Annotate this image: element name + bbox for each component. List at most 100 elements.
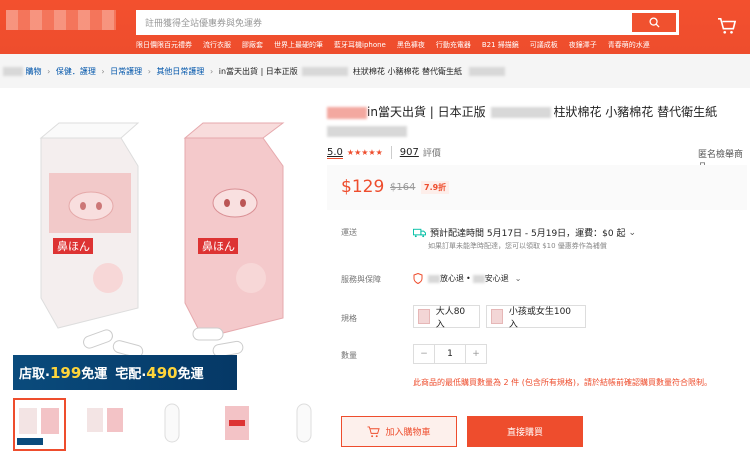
svg-text:鼻ほん: 鼻ほん <box>57 239 90 253</box>
promo-pickup-label: 店取 <box>19 367 46 382</box>
variation-thumbnail <box>418 309 430 324</box>
variation-option-child[interactable]: 小孩或女生100入 <box>486 305 586 330</box>
bullet-separator: • <box>466 274 471 283</box>
breadcrumb-separator: › <box>101 67 105 76</box>
variation-label: 規格 <box>341 314 357 323</box>
breadcrumb-link[interactable]: 保健．護理 <box>56 67 96 76</box>
cart-plus-icon <box>367 425 381 437</box>
current-price: $129 <box>341 177 385 197</box>
rating-row: 5.0 ★★★★★ 907 評價 <box>327 146 441 159</box>
thumbnail-2[interactable] <box>79 398 132 451</box>
thumbnail-image <box>164 403 180 443</box>
service-text-a: 放心退 <box>440 274 464 283</box>
thumbnail-1[interactable] <box>13 398 66 451</box>
quantity-label: 數量 <box>341 351 357 360</box>
suggestion-link[interactable]: B21 掃描鏡 <box>482 40 519 50</box>
suggestion-link[interactable]: 世界上最硬的筆 <box>274 40 323 50</box>
thumbnail-5[interactable] <box>277 398 330 451</box>
promo-pickup-suffix: 免運 <box>81 367 108 382</box>
variation-option-label: 大人80入 <box>435 306 466 330</box>
blurred-text <box>491 107 552 118</box>
chevron-down-icon[interactable]: ⌄ <box>629 228 637 238</box>
blurred-text <box>327 125 407 137</box>
variation-option-label: 小孩或女生100入 <box>508 306 572 330</box>
truck-icon <box>413 228 426 237</box>
service-guarantee[interactable]: 放心退 • 安心退 ⌄ <box>413 273 521 284</box>
blurred-text <box>327 106 367 119</box>
suggestion-link[interactable]: 可議成板 <box>530 40 558 50</box>
suggestion-link[interactable]: 流行衣服 <box>203 40 231 50</box>
thumbnail-image <box>296 403 312 443</box>
variation-thumbnail <box>491 309 503 324</box>
blurred-text <box>468 67 505 76</box>
thumbnail-4[interactable] <box>211 398 264 451</box>
divider <box>390 146 392 159</box>
shipping-estimate: 預計配達時間 5月17日 - 5月19日，運費：$0 起 ⌄ <box>413 226 636 239</box>
suggestion-link[interactable]: 藍牙耳機iphone <box>334 40 386 50</box>
breadcrumb-separator: › <box>47 67 51 76</box>
original-price: $164 <box>390 182 416 193</box>
breadcrumb-current-tail: 柱狀棉花 小豬棉花 替代衛生紙 <box>352 67 462 76</box>
svg-text:鼻ほん: 鼻ほん <box>202 239 235 253</box>
promo-pickup-amount: 199 <box>49 363 82 382</box>
breadcrumb-link[interactable]: 購物 <box>26 67 42 76</box>
suggestion-link[interactable]: 青春萌的水連 <box>608 40 650 50</box>
blurred-text <box>428 274 440 283</box>
star-rating-icon: ★★★★★ <box>346 148 383 157</box>
product-title: in當天出貨 | 日本正版 柱狀棉花 小豬棉花 替代衛生紙 <box>327 104 747 138</box>
add-to-cart-label: 加入購物車 <box>385 428 431 438</box>
thumbnail-image <box>87 408 123 432</box>
suggestion-link[interactable]: 膠廠套 <box>242 40 263 50</box>
breadcrumb: 購物 › 保健．護理 › 日常護理 › 其他日常護理 › in當天出貨 | 日本… <box>0 54 750 84</box>
search-button[interactable] <box>632 13 676 32</box>
suggestion-link[interactable]: 黑色褲夜 <box>397 40 425 50</box>
product-main-image[interactable]: 鼻ほん 鼻ほん <box>13 98 303 390</box>
review-label: 評價 <box>422 149 441 159</box>
search-bar[interactable]: 註冊獲得全站優惠券與免運券 <box>136 10 679 35</box>
service-label: 服務與保障 <box>341 275 381 284</box>
shipping-label: 運送 <box>341 228 357 237</box>
thumbnail-image <box>17 408 59 445</box>
blurred-text <box>472 274 485 283</box>
breadcrumb-current: in當天出貨 | 日本正版 <box>218 67 298 76</box>
quantity-input[interactable]: 1 <box>435 344 465 364</box>
suggestion-link[interactable]: 夜鐘澤子 <box>569 40 597 50</box>
shipping-promo-banner: 店取 . 199 免運 宅配 . 490 免運 <box>13 355 237 390</box>
suggestion-link[interactable]: 限日價限百元禮券 <box>136 40 192 50</box>
thumbnail-image <box>225 406 249 440</box>
cart-button[interactable] <box>717 17 737 39</box>
discount-badge: 7.9折 <box>421 181 450 194</box>
cart-icon <box>718 17 737 34</box>
service-text-b: 安心退 <box>484 274 509 283</box>
promo-home-amount: 490 <box>146 363 178 382</box>
search-icon <box>648 17 660 28</box>
suggestion-link[interactable]: 行動充電器 <box>436 40 471 50</box>
blurred-text <box>302 67 349 76</box>
add-to-cart-button[interactable]: 加入購物車 <box>341 416 457 447</box>
product-photo: 鼻ほん 鼻ほん <box>39 122 285 358</box>
promo-home-label: 宅配 <box>115 367 142 382</box>
quantity-increment-button[interactable]: + <box>465 344 487 364</box>
thumbnail-3[interactable] <box>145 398 198 451</box>
store-logo[interactable] <box>6 10 116 30</box>
thumbnail-strip <box>13 398 330 451</box>
top-header: 註冊獲得全站優惠券與免運券 限日價限百元禮券 流行衣服 膠廠套 世界上最硬的筆 … <box>0 0 750 54</box>
review-count[interactable]: 907 <box>400 147 419 158</box>
rating-score[interactable]: 5.0 <box>327 147 343 159</box>
chevron-down-icon: ⌄ <box>514 274 522 283</box>
buy-now-button[interactable]: 直接購買 <box>467 416 583 447</box>
search-suggestions: 限日價限百元禮券 流行衣服 膠廠套 世界上最硬的筆 藍牙耳機iphone 黑色褲… <box>136 40 661 50</box>
blurred-text <box>3 67 23 76</box>
breadcrumb-separator: › <box>147 67 151 76</box>
product-title-line1: in當天出貨 | 日本正版 <box>367 105 486 119</box>
variation-option-adult[interactable]: 大人80入 <box>413 305 480 330</box>
promo-home-suffix: 免運 <box>177 367 204 382</box>
price-box: $129 $164 7.9折 <box>327 165 747 210</box>
min-quantity-warning: 此商品的最低購買數量為 2 件 (包含所有規格)，請於結帳前確認購買數量符合限制… <box>413 378 712 387</box>
search-input[interactable]: 註冊獲得全站優惠券與免運券 <box>145 16 262 29</box>
breadcrumb-link[interactable]: 其他日常護理 <box>156 67 204 76</box>
breadcrumb-link[interactable]: 日常護理 <box>110 67 142 76</box>
quantity-decrement-button[interactable]: − <box>413 344 435 364</box>
product-title-line1-tail: 柱狀棉花 小豬棉花 替代衛生紙 <box>553 105 718 119</box>
quantity-stepper: − 1 + <box>413 344 487 364</box>
